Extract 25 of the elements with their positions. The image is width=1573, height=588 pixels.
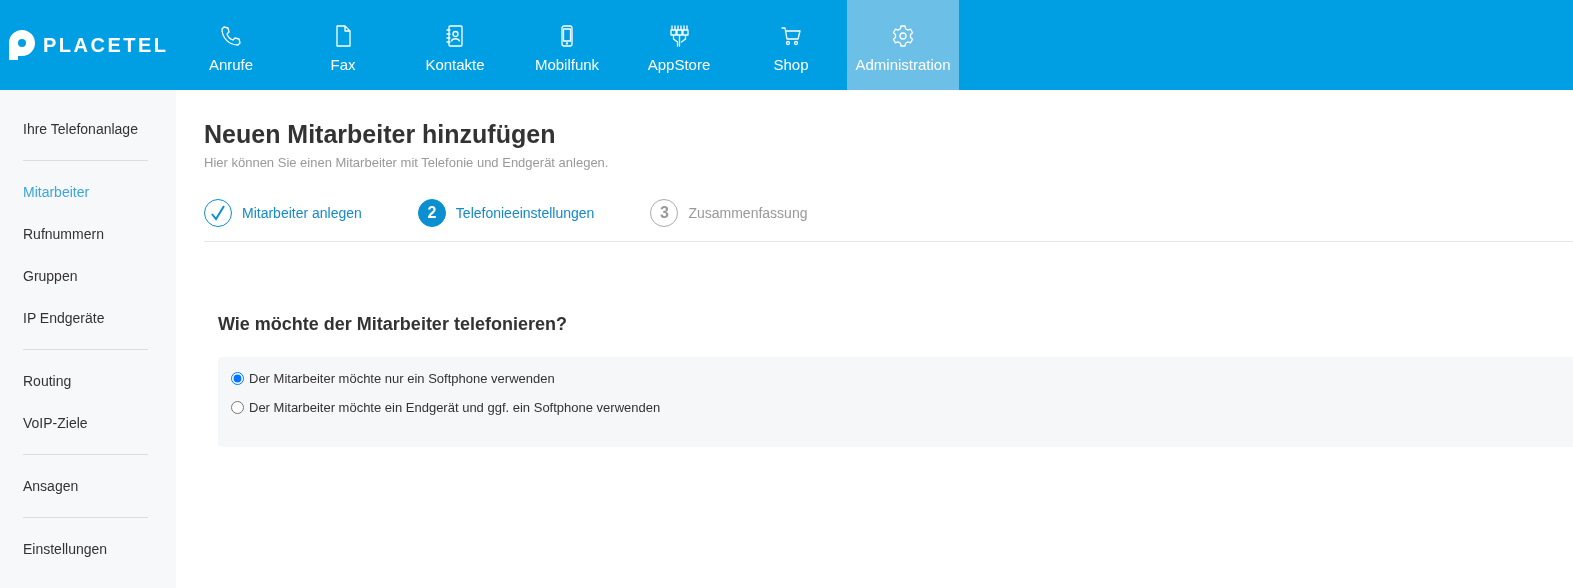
sidebar-item[interactable]: Rufnummern <box>23 213 176 255</box>
sidebar-item[interactable]: IP Endgeräte <box>23 297 176 339</box>
sidebar-item[interactable]: Einstellungen <box>23 528 176 570</box>
step-label: Zusammenfassung <box>688 204 808 221</box>
step-label: Mitarbeiter anlegen <box>242 204 362 221</box>
page-subtitle: Hier können Sie einen Mitarbeiter mit Telefonie und Endgerät anlegen. <box>204 155 610 170</box>
logo-icon <box>9 30 35 60</box>
plugs-icon <box>667 23 691 48</box>
radio-button[interactable] <box>231 372 244 385</box>
radio-button[interactable] <box>231 401 244 414</box>
logo-text: PLACETEL <box>43 33 169 57</box>
option-label: Der Mitarbeiter möchte nur ein Softphone verwenden <box>249 371 555 386</box>
option-label: Der Mitarbeiter möchte ein Endgerät und ggf. ein Softphone verwenden <box>249 400 661 415</box>
sidebar-item[interactable]: VoIP-Ziele <box>23 402 176 444</box>
question-heading: Wie möchte der Mitarbeiter telefonieren? <box>218 314 568 335</box>
phone-icon <box>219 23 243 48</box>
step-number: 2 <box>417 198 446 227</box>
page-title: Neuen Mitarbeiter hinzufügen <box>204 120 557 149</box>
settings-icon <box>891 23 915 48</box>
sidebar-item[interactable]: Routing <box>23 360 176 402</box>
step-label: Telefonieeinstellungen <box>455 204 595 221</box>
step-number: 3 <box>650 198 679 227</box>
sidebar-item[interactable]: Gruppen <box>23 255 176 297</box>
sidebar-item[interactable]: Ihre Telefonanlage <box>23 108 176 150</box>
sidebar-item[interactable]: Ansagen <box>23 465 176 507</box>
